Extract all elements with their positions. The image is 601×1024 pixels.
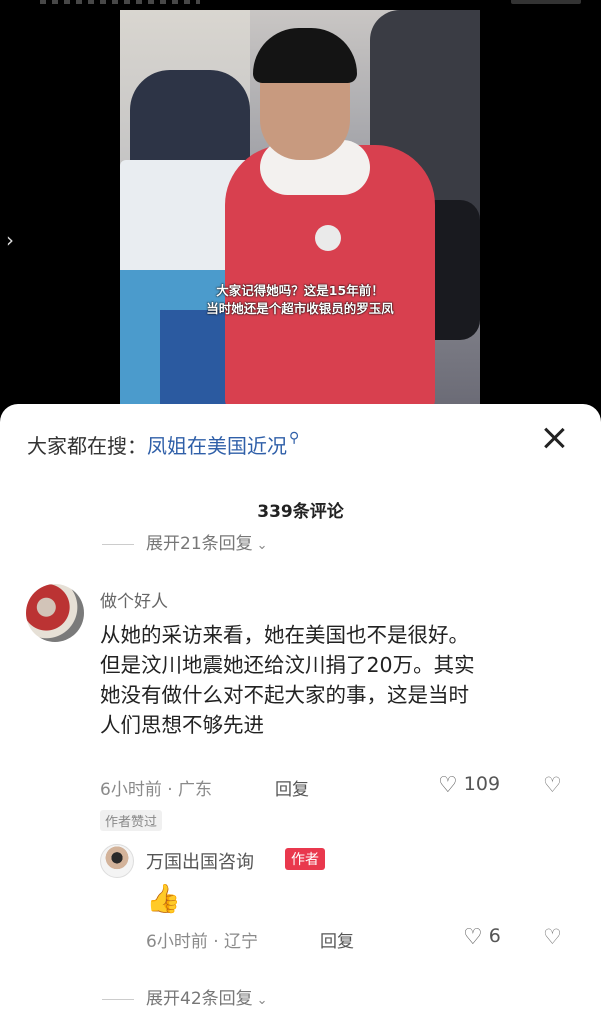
reply-like-count: 6 xyxy=(488,925,501,947)
trending-keyword[interactable]: 凤姐在美国近况 xyxy=(147,434,287,458)
subtitle-line-2: 当时她还是个超市收银员的罗玉凤 xyxy=(206,301,394,316)
comment-line: 她没有做什么对不起大家的事，这是当时 xyxy=(100,683,469,707)
trending-prefix: 大家都在搜： xyxy=(27,434,147,458)
chevron-down-icon: ⌄ xyxy=(256,993,268,1008)
search-icon: ⚲ xyxy=(289,430,300,446)
trending-search[interactable]: 大家都在搜：凤姐在美国近况 ⚲ xyxy=(27,430,299,459)
chevron-down-icon: ⌄ xyxy=(256,538,268,553)
like-button[interactable]: ♡ 109 xyxy=(438,773,500,798)
reply-username[interactable]: 万国出国咨询 xyxy=(146,848,254,874)
status-bar xyxy=(0,0,601,10)
expand-label: 展开21条回复 xyxy=(146,534,253,554)
comment-line: 但是汶川地震她还给汶川捐了20万。其实 xyxy=(100,653,475,677)
broken-heart-icon[interactable]: ♡ xyxy=(543,773,562,797)
thumbs-up-emoji: 👍 xyxy=(146,882,181,915)
author-liked-badge: 作者赞过 xyxy=(100,810,163,831)
heart-icon: ♡ xyxy=(463,925,483,950)
comment-location: 广东 xyxy=(178,780,213,800)
comment-line: 从她的采访来看，她在美国也不是很好。 xyxy=(100,623,469,647)
expand-label: 展开42条回复 xyxy=(146,989,253,1009)
comment-count: 339条评论 xyxy=(257,502,344,522)
expand-replies-top[interactable]: 展开21条回复 ⌄ xyxy=(102,529,268,554)
chevron-left-icon[interactable]: › xyxy=(6,228,14,252)
reply-meta: 6小时前 · 辽宁 xyxy=(146,932,259,952)
comment-username[interactable]: 做个好人 xyxy=(100,587,168,612)
avatar[interactable] xyxy=(100,844,134,878)
divider xyxy=(102,543,134,545)
status-time xyxy=(511,0,581,4)
author-badge: 作者 xyxy=(285,848,325,870)
comment-time: 6小时前 xyxy=(100,780,162,800)
heart-icon: ♡ xyxy=(438,773,458,798)
reply-reply-button[interactable]: 回复 xyxy=(320,927,354,952)
broken-heart-icon[interactable]: ♡ xyxy=(543,925,562,949)
video-player[interactable]: › 大家记得她吗？这是15年前！ 当时她还是个超市收银员的罗玉凤 xyxy=(0,0,601,420)
video-woman-hair xyxy=(253,28,357,83)
video-badge xyxy=(315,225,341,251)
reply-button[interactable]: 回复 xyxy=(275,775,309,800)
comment-meta: 6小时前 · 广东 xyxy=(100,780,213,800)
avatar[interactable] xyxy=(26,584,84,642)
close-icon[interactable] xyxy=(540,424,568,452)
divider xyxy=(102,998,134,1000)
like-count: 109 xyxy=(463,773,501,795)
subtitle-line-1: 大家记得她吗？这是15年前！ xyxy=(216,283,384,298)
video-subtitle: 大家记得她吗？这是15年前！ 当时她还是个超市收银员的罗玉凤 xyxy=(120,282,480,318)
reply-location: 辽宁 xyxy=(224,932,259,952)
comment-text: 从她的采访来看，她在美国也不是很好。 但是汶川地震她还给汶川捐了20万。其实 她… xyxy=(100,620,590,740)
video-frame: 大家记得她吗？这是15年前！ 当时她还是个超市收银员的罗玉凤 xyxy=(120,10,480,410)
comment-line: 人们思想不够先进 xyxy=(100,713,264,737)
reply-like-button[interactable]: ♡ 6 xyxy=(463,925,501,950)
comments-sheet: 大家都在搜：凤姐在美国近况 ⚲ 339条评论 展开21条回复 ⌄ 做个好人 从她的采… xyxy=(0,404,601,1024)
status-icons xyxy=(40,0,200,4)
expand-replies-bottom[interactable]: 展开42条回复 ⌄ xyxy=(102,984,268,1009)
reply-time: 6小时前 xyxy=(146,932,208,952)
